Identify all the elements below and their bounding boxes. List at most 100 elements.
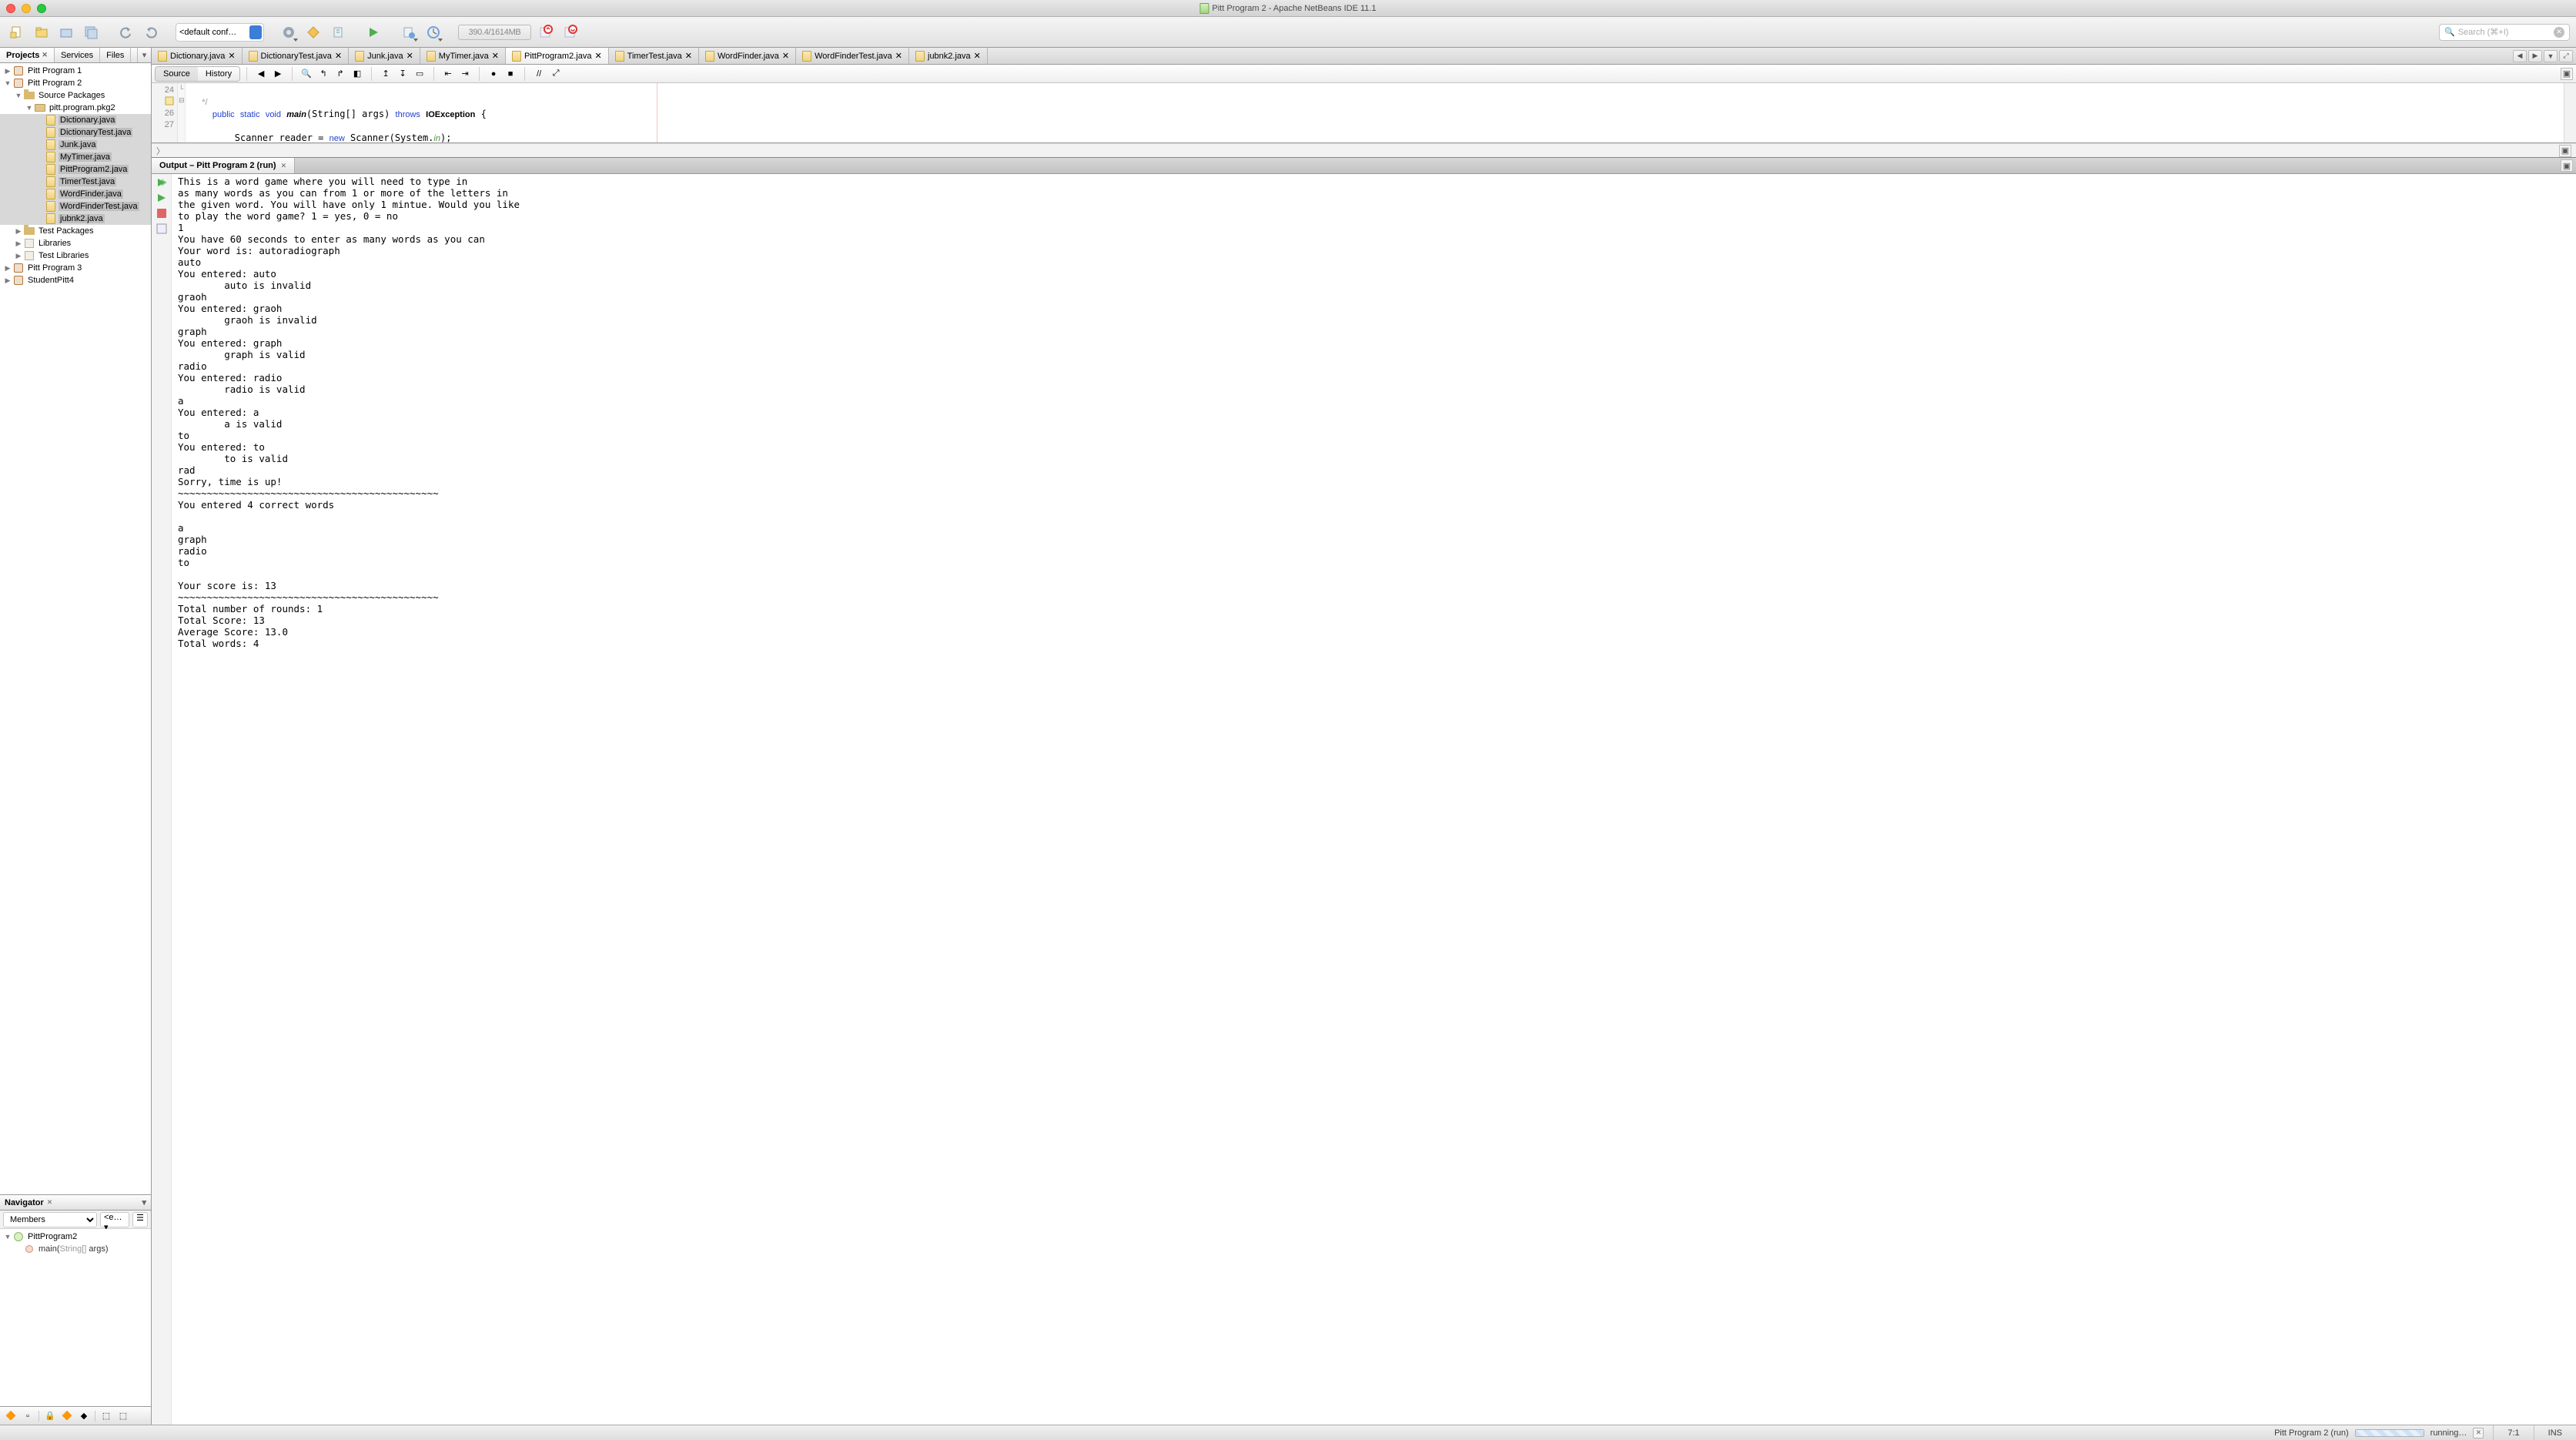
running-task[interactable]: Pitt Program 2 (run) running… ✕ bbox=[2274, 1428, 2493, 1438]
comment-button[interactable]: // bbox=[531, 66, 547, 82]
close-icon[interactable]: ✕ bbox=[594, 51, 601, 61]
redo-button[interactable] bbox=[140, 22, 162, 43]
global-search[interactable]: 🔍 Search (⌘+I) ✕ bbox=[2439, 24, 2570, 41]
expand-breadcrumb-button[interactable]: ▣ bbox=[2559, 145, 2571, 157]
close-icon[interactable]: ✕ bbox=[974, 51, 981, 61]
filter-icon[interactable]: 🔒 bbox=[44, 1410, 56, 1422]
clean-build-button[interactable] bbox=[303, 22, 324, 43]
close-icon[interactable]: ✕ bbox=[228, 51, 235, 61]
new-project-button[interactable] bbox=[31, 22, 52, 43]
stop-macro-button[interactable]: ■ bbox=[503, 66, 518, 82]
panel-menu-button[interactable]: ▾ bbox=[142, 1197, 146, 1207]
insert-mode[interactable]: INS bbox=[2534, 1425, 2576, 1440]
rerun-button[interactable] bbox=[154, 176, 169, 189]
editor-tab[interactable]: DictionaryTest.java✕ bbox=[243, 48, 350, 64]
editor-tab[interactable]: PittProgram2.java✕ bbox=[506, 48, 609, 64]
method-node[interactable]: main(String[] args) bbox=[0, 1243, 151, 1255]
breadcrumb-bar[interactable]: 〉 ▣ bbox=[152, 143, 2576, 157]
back-button[interactable]: ◀ bbox=[253, 66, 269, 82]
toggle-highlight-button[interactable]: ◧ bbox=[350, 66, 365, 82]
package-node[interactable]: ▼pitt.program.pkg2 bbox=[0, 102, 151, 114]
window-minimize-button[interactable] bbox=[22, 4, 31, 13]
save-all-button[interactable] bbox=[80, 22, 102, 43]
plugin-reload-button[interactable] bbox=[559, 22, 580, 43]
find-prev-button[interactable]: ↰ bbox=[316, 66, 331, 82]
close-icon[interactable]: ✕ bbox=[685, 51, 692, 61]
navigator-tree[interactable]: ▼PittProgram2 main(String[] args) bbox=[0, 1229, 151, 1406]
window-close-button[interactable] bbox=[6, 4, 15, 13]
maximize-output-button[interactable]: ▣ bbox=[2561, 159, 2573, 172]
toggle-bookmark-button[interactable]: ▭ bbox=[412, 66, 427, 82]
save-output-button[interactable] bbox=[154, 222, 169, 236]
navigator-sort-button[interactable]: ☰ bbox=[132, 1212, 148, 1227]
uncomment-button[interactable]: ⤢ bbox=[548, 66, 564, 82]
panel-menu-button[interactable]: ▾ bbox=[137, 48, 151, 62]
file-node[interactable]: DictionaryTest.java bbox=[0, 126, 151, 139]
plugin-update-button[interactable] bbox=[534, 22, 556, 43]
editor-tab[interactable]: jubnk2.java✕ bbox=[909, 48, 988, 64]
project-node[interactable]: ▶StudentPitt4 bbox=[0, 274, 151, 286]
shift-left-button[interactable]: ⇤ bbox=[440, 66, 456, 82]
scroll-tabs-right-button[interactable]: ▶ bbox=[2528, 50, 2542, 62]
memory-usage[interactable]: 390.4/1614MB bbox=[458, 25, 531, 40]
file-node[interactable]: jubnk2.java bbox=[0, 213, 151, 225]
project-node[interactable]: ▼Pitt Program 2 bbox=[0, 77, 151, 89]
new-file-button[interactable] bbox=[6, 22, 28, 43]
tab-list-button[interactable]: ▼ bbox=[2544, 50, 2558, 62]
stop-button[interactable] bbox=[154, 206, 169, 220]
filter-icon[interactable]: ▫ bbox=[22, 1410, 34, 1422]
profile-button[interactable] bbox=[423, 22, 444, 43]
debug-button[interactable] bbox=[398, 22, 420, 43]
editor-tab[interactable]: Junk.java✕ bbox=[349, 48, 420, 64]
cancel-task-button[interactable]: ✕ bbox=[2473, 1428, 2484, 1438]
close-icon[interactable]: ✕ bbox=[42, 51, 48, 59]
file-node[interactable]: TimerTest.java bbox=[0, 176, 151, 188]
caret-position[interactable]: 7:1 bbox=[2493, 1425, 2533, 1440]
close-icon[interactable]: ✕ bbox=[406, 51, 413, 61]
start-macro-button[interactable]: ● bbox=[486, 66, 501, 82]
maximize-editor-button[interactable]: ⤢ bbox=[2559, 50, 2573, 62]
editor-tab[interactable]: TimerTest.java✕ bbox=[609, 48, 699, 64]
file-node[interactable]: Junk.java bbox=[0, 139, 151, 151]
scroll-tabs-left-button[interactable]: ◀ bbox=[2513, 50, 2527, 62]
file-node[interactable]: PittProgram2.java bbox=[0, 163, 151, 176]
prev-bookmark-button[interactable]: ↥ bbox=[378, 66, 393, 82]
source-view-button[interactable]: Source bbox=[156, 67, 198, 81]
tab-services[interactable]: Services bbox=[55, 48, 100, 62]
editor-scrollbar[interactable] bbox=[2564, 83, 2576, 142]
test-libraries-node[interactable]: ▶Test Libraries bbox=[0, 249, 151, 262]
find-next-button[interactable]: ↱ bbox=[333, 66, 348, 82]
project-node[interactable]: ▶Pitt Program 1 bbox=[0, 65, 151, 77]
forward-button[interactable]: ▶ bbox=[270, 66, 286, 82]
code-editor[interactable]: 24 26 27 └ ⊟ */ public static void main(… bbox=[152, 83, 2576, 143]
class-node[interactable]: ▼PittProgram2 bbox=[0, 1231, 151, 1243]
navigator-filter[interactable]: <e… ▾ bbox=[100, 1212, 129, 1227]
libraries-node[interactable]: ▶Libraries bbox=[0, 237, 151, 249]
build-button[interactable] bbox=[278, 22, 299, 43]
clear-search-button[interactable]: ✕ bbox=[2554, 27, 2564, 38]
filter-icon[interactable]: ◆ bbox=[78, 1410, 90, 1422]
file-node[interactable]: WordFinderTest.java bbox=[0, 200, 151, 213]
source-packages-node[interactable]: ▼Source Packages bbox=[0, 89, 151, 102]
close-icon[interactable]: ✕ bbox=[782, 51, 789, 61]
filter-icon[interactable]: 🔶 bbox=[61, 1410, 73, 1422]
navigator-view-select[interactable]: Members bbox=[3, 1212, 97, 1227]
code-text[interactable]: */ public static void main(String[] args… bbox=[186, 83, 2564, 142]
fold-gutter[interactable]: └ ⊟ bbox=[178, 83, 186, 142]
editor-tab[interactable]: WordFinderTest.java✕ bbox=[796, 48, 909, 64]
editor-tab[interactable]: Dictionary.java✕ bbox=[152, 48, 243, 64]
editor-tab[interactable]: MyTimer.java✕ bbox=[420, 48, 506, 64]
run-button[interactable] bbox=[363, 22, 384, 43]
output-console[interactable]: This is a word game where you will need … bbox=[172, 174, 2576, 1425]
rerun-failed-button[interactable] bbox=[154, 191, 169, 205]
next-bookmark-button[interactable]: ↧ bbox=[395, 66, 410, 82]
expand-editor-button[interactable]: ▣ bbox=[2561, 68, 2573, 80]
window-zoom-button[interactable] bbox=[37, 4, 46, 13]
generate-button[interactable] bbox=[327, 22, 349, 43]
project-tree[interactable]: ▶Pitt Program 1 ▼Pitt Program 2 ▼Source … bbox=[0, 63, 151, 1194]
project-node[interactable]: ▶Pitt Program 3 bbox=[0, 262, 151, 274]
filter-icon[interactable]: 🔶 bbox=[5, 1410, 17, 1422]
find-selection-button[interactable]: 🔍 bbox=[299, 66, 314, 82]
tab-files[interactable]: Files bbox=[100, 48, 131, 62]
open-project-button[interactable] bbox=[55, 22, 77, 43]
